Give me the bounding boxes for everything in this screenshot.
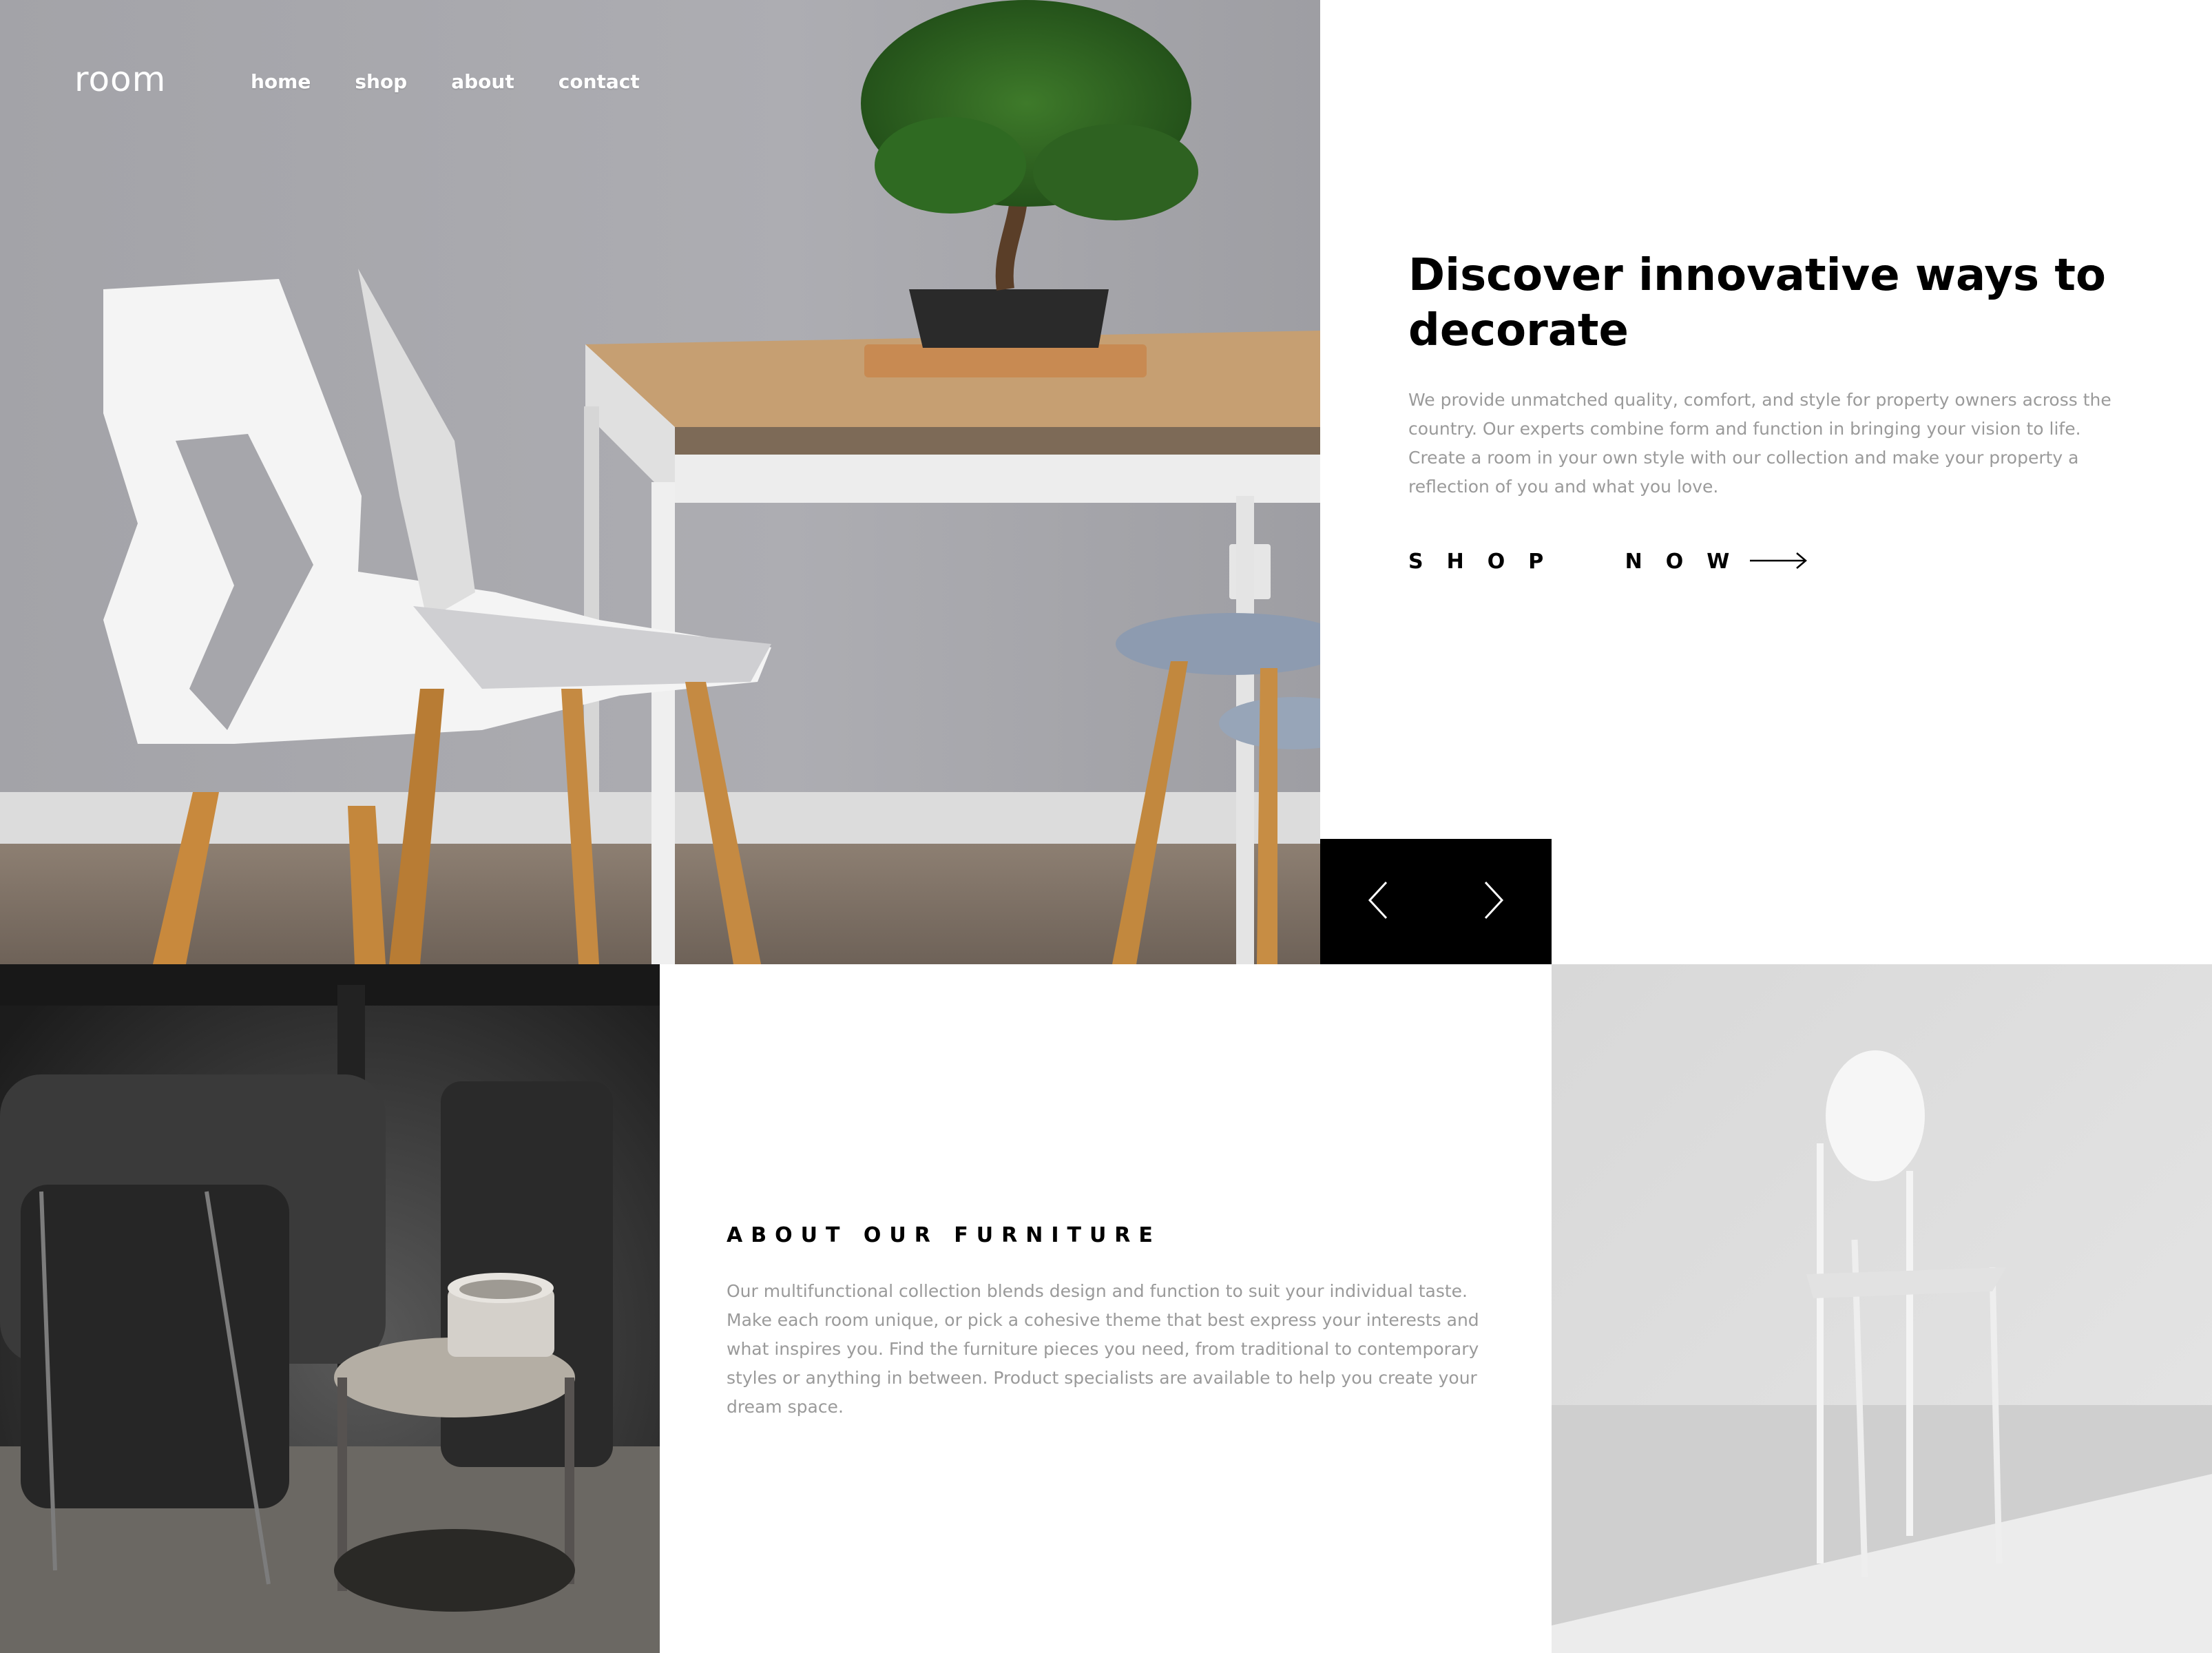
chevron-right-icon [1483,881,1504,922]
chevron-left-icon [1368,881,1388,922]
logo[interactable]: room [74,59,166,99]
slider-prev-button[interactable] [1320,839,1436,964]
about-description: Our multifunctional collection blends de… [727,1281,1479,1417]
dark-interior-image [0,964,660,1653]
hero-image [0,0,1320,964]
main-nav: home shop about contact [251,70,684,93]
nav-link-about[interactable]: about [451,70,514,93]
nav-link-contact[interactable]: contact [559,70,640,93]
arrow-right-icon [1750,551,1808,573]
shop-now-label: SHOP NOW [1408,550,1753,574]
shop-now-button[interactable]: SHOP NOW [1408,550,1808,574]
about-title: ABOUT OUR FURNITURE [727,1223,1161,1247]
hero-description: We provide unmatched quality, comfort, a… [1408,390,2111,497]
slider-controls [1320,839,1552,964]
slider-next-button[interactable] [1436,839,1552,964]
white-chair-image [1552,964,2212,1653]
nav-link-home[interactable]: home [251,70,311,93]
nav-link-shop[interactable]: shop [355,70,407,93]
hero-title: Discover innovative ways to decorate [1408,250,2106,356]
